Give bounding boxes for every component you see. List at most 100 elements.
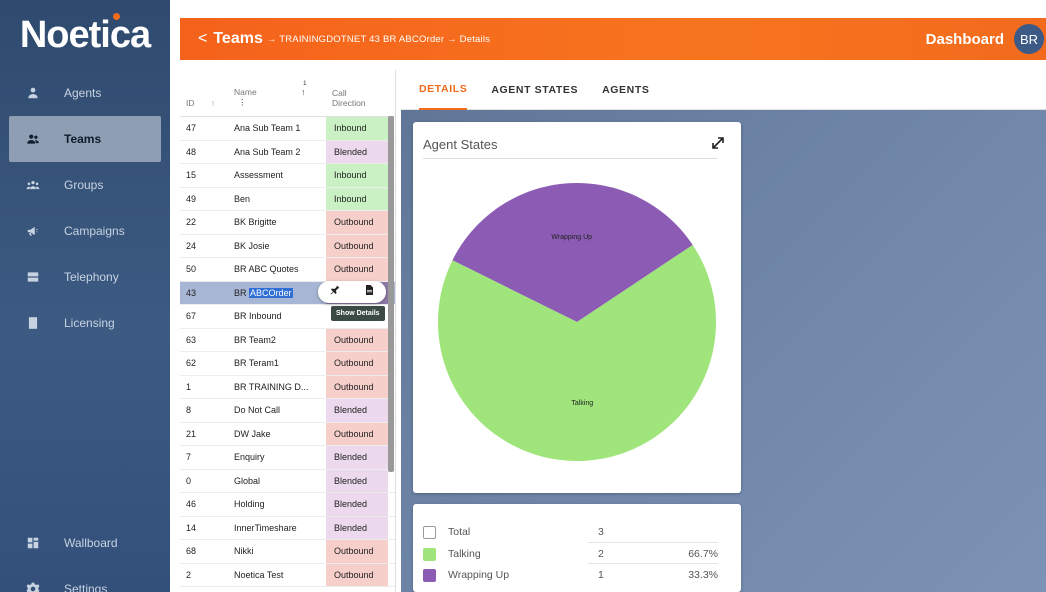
cell-id: 2: [186, 569, 192, 580]
megaphone-icon: [26, 224, 40, 238]
cell-name: DW Jake: [234, 428, 271, 439]
pin-icon[interactable]: [329, 283, 341, 301]
cell-direction: Inbound: [326, 187, 388, 210]
cell-id: 21: [186, 428, 197, 439]
table-row[interactable]: 7 Enquiry Blended: [180, 446, 395, 470]
noetica-logo: Noetica: [19, 13, 151, 56]
tab-details[interactable]: DETAILS: [419, 70, 468, 110]
legend-checkbox[interactable]: [423, 568, 436, 582]
table-row[interactable]: 68 Nikki Outbound: [180, 540, 395, 564]
groups-icon: [26, 178, 40, 192]
document-icon[interactable]: [363, 283, 375, 301]
sort-icon[interactable]: ↑: [211, 98, 215, 108]
sidebar-item-telephony[interactable]: Telephony: [0, 254, 170, 300]
table-row[interactable]: 14 InnerTimeshare Blended: [180, 516, 395, 540]
cell-id: 8: [186, 405, 192, 416]
legend-row-talking[interactable]: Talking 2 66.7%: [423, 544, 718, 564]
table-row[interactable]: 49 Ben Inbound: [180, 187, 395, 211]
cell-name: Holding: [234, 499, 265, 510]
cell-id: 46: [186, 499, 197, 510]
table-row[interactable]: 15 Assessment Inbound: [180, 164, 395, 188]
pie-label: Wrapping Up: [551, 234, 592, 241]
cell-name: Global: [234, 475, 261, 486]
cell-direction: Blended: [326, 446, 388, 469]
sidebar-item-label: Licensing: [64, 316, 115, 330]
table-row[interactable]: 50 BR ABC Quotes Outbound: [180, 258, 395, 282]
legend-checkbox[interactable]: [423, 525, 436, 539]
cell-id: 0: [186, 475, 192, 486]
sidebar-item-agents[interactable]: Agents: [0, 70, 170, 116]
cell-direction: Blended: [326, 493, 388, 516]
cell-name: InnerTimeshare: [234, 522, 297, 533]
avatar[interactable]: BR: [1014, 24, 1044, 54]
table-row[interactable]: 47 Ana Sub Team 1 Inbound: [180, 117, 395, 141]
cell-id: 22: [186, 217, 197, 228]
dashboard-link[interactable]: Dashboard: [926, 31, 1004, 48]
sidebar-item-label: Telephony: [64, 270, 119, 284]
table-row[interactable]: 48 Ana Sub Team 2 Blended: [180, 140, 395, 164]
table-scrollbar[interactable]: [388, 116, 394, 472]
table-row[interactable]: 62 BR Teram1 Outbound: [180, 352, 395, 376]
sidebar-item-wallboard[interactable]: Wallboard: [0, 520, 170, 566]
cell-direction: Inbound: [326, 117, 388, 140]
table-row[interactable]: 1 BR TRAINING D... Outbound: [180, 375, 395, 399]
row-actions: [318, 281, 386, 303]
legend-label: Wrapping Up: [448, 569, 510, 581]
cell-name: Do Not Call: [234, 405, 281, 416]
cell-name: Ana Sub Team 1: [234, 123, 301, 134]
legend-row-wrapping-up[interactable]: Wrapping Up 1 33.3%: [423, 565, 718, 585]
sidebar-item-teams[interactable]: Teams: [9, 116, 161, 162]
breadcrumb-path: → TRAININGDOTNET 43 BR ABCOrder → Detail…: [266, 33, 491, 45]
table-row[interactable]: 8 Do Not Call Blended: [180, 399, 395, 423]
table-row[interactable]: 24 BK Josie Outbound: [180, 234, 395, 258]
table-row[interactable]: 63 BR Team2 Outbound: [180, 328, 395, 352]
sort-asc-icon[interactable]: ↑ 1: [301, 81, 306, 97]
show-details-tooltip: Show Details: [331, 306, 385, 321]
cell-direction: Outbound: [326, 375, 388, 398]
column-header-id[interactable]: ID ↑: [180, 98, 228, 116]
table-row[interactable]: 21 DW Jake Outbound: [180, 422, 395, 446]
cell-direction: Outbound: [326, 352, 388, 375]
legend-total-row[interactable]: Total 3: [423, 522, 718, 542]
cell-name: Ben: [234, 193, 251, 204]
breadcrumb: < Teams → TRAININGDOTNET 43 BR ABCOrder …: [198, 30, 490, 48]
column-header-name[interactable]: Name ↑ 1 ⋮: [228, 81, 326, 116]
back-button[interactable]: <: [198, 30, 207, 48]
cell-direction: Blended: [326, 469, 388, 492]
agent-states-legend: Total 3 Talking 2 66.7% Wrapping Up 1 33.3%: [413, 504, 741, 592]
cell-name: BK Josie: [234, 240, 270, 251]
cell-name: Assessment: [234, 170, 284, 181]
wallboard-icon: [26, 536, 40, 550]
column-menu-icon[interactable]: ⋮: [238, 97, 247, 107]
details-tabs: DETAILS AGENT STATES AGENTS: [401, 70, 1046, 110]
table-row[interactable]: 22 BK Brigitte Outbound: [180, 211, 395, 235]
sidebar-item-label: Settings: [64, 582, 108, 592]
cell-name: BR Teram1: [234, 358, 279, 369]
top-header: < Teams → TRAININGDOTNET 43 BR ABCOrder …: [180, 18, 1046, 60]
legend-count: 2: [598, 548, 604, 560]
tab-agent-states[interactable]: AGENT STATES: [491, 70, 578, 110]
cell-id: 43: [186, 287, 197, 298]
agent-states-pie-chart: Wrapping Up Talking: [438, 183, 716, 461]
tab-agents[interactable]: AGENTS: [602, 70, 649, 110]
legend-checkbox[interactable]: [423, 547, 436, 561]
cell-direction: Outbound: [326, 258, 388, 281]
cell-id: 15: [186, 170, 197, 181]
cell-direction: Outbound: [326, 211, 388, 234]
cell-name: Noetica Test: [234, 569, 284, 580]
cell-name: BR Inbound: [234, 311, 282, 322]
column-header-direction[interactable]: Call Direction: [326, 88, 388, 116]
table-row[interactable]: 2 Noetica Test Outbound: [180, 563, 395, 587]
sidebar-item-groups[interactable]: Groups: [0, 162, 170, 208]
cell-name: BR TRAINING D...: [234, 381, 309, 392]
sidebar-item-licensing[interactable]: Licensing: [0, 300, 170, 346]
cell-direction: Blended: [326, 399, 388, 422]
sidebar-item-campaigns[interactable]: Campaigns: [0, 208, 170, 254]
breadcrumb-teams-link[interactable]: Teams: [213, 30, 263, 48]
table-row[interactable]: 0 Global Blended: [180, 469, 395, 493]
details-panel: DETAILS AGENT STATES AGENTS Agent States W…: [401, 70, 1046, 592]
cell-name: BR ABCOrder: [234, 287, 293, 298]
cell-id: 48: [186, 146, 197, 157]
sidebar-item-settings[interactable]: Settings: [0, 566, 170, 592]
table-row[interactable]: 46 Holding Blended: [180, 493, 395, 517]
